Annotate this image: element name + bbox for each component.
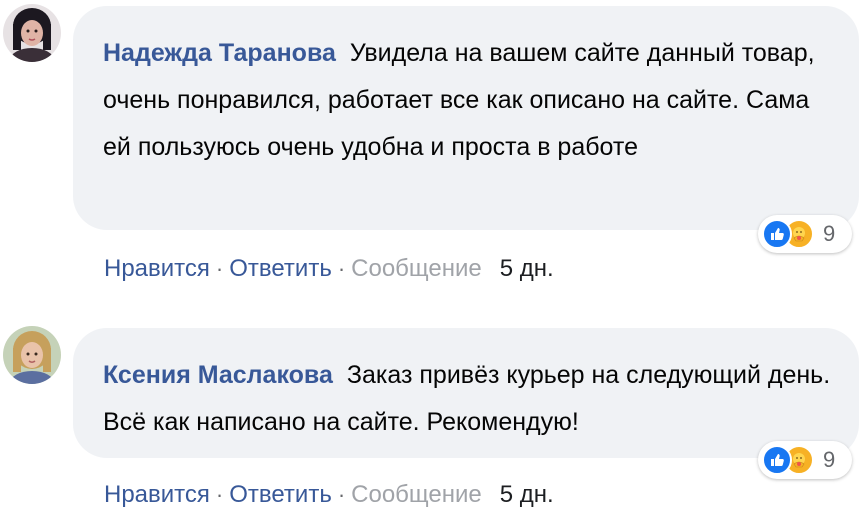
comment-actions: Нравится · Ответить · Сообщение 5 дн. [104, 481, 554, 509]
reaction-count: 9 [823, 221, 836, 246]
like-link[interactable]: Нравится [104, 255, 210, 282]
comment-author[interactable]: Надежда Таранова [103, 39, 336, 67]
like-icon [762, 445, 792, 475]
comment-actions: Нравится · Ответить · Сообщение 5 дн. [104, 255, 554, 283]
comment-bubble: Надежда Таранова Увидела на вашем сайте д… [73, 6, 859, 230]
comment-author[interactable]: Ксения Маслакова [103, 361, 333, 389]
message-link[interactable]: Сообщение [351, 481, 482, 508]
reply-link[interactable]: Ответить [229, 255, 332, 282]
avatar[interactable] [3, 326, 61, 384]
reply-link[interactable]: Ответить [229, 481, 332, 508]
like-link[interactable]: Нравится [104, 481, 210, 508]
separator: · [337, 482, 346, 507]
avatar[interactable] [3, 4, 61, 62]
comment-bubble: Ксения Маслакова Заказ привёз курьер на с… [73, 328, 859, 458]
separator: · [215, 256, 224, 281]
message-link[interactable]: Сообщение [351, 255, 482, 282]
like-icon [762, 219, 792, 249]
reactions-badge[interactable]: 9 [758, 441, 852, 479]
separator: · [337, 256, 346, 281]
reactions-badge[interactable]: 9 [758, 215, 852, 253]
comment-timestamp[interactable]: 5 дн. [500, 481, 554, 508]
comment-timestamp[interactable]: 5 дн. [500, 255, 554, 282]
reaction-count: 9 [823, 447, 836, 472]
separator: · [215, 482, 224, 507]
